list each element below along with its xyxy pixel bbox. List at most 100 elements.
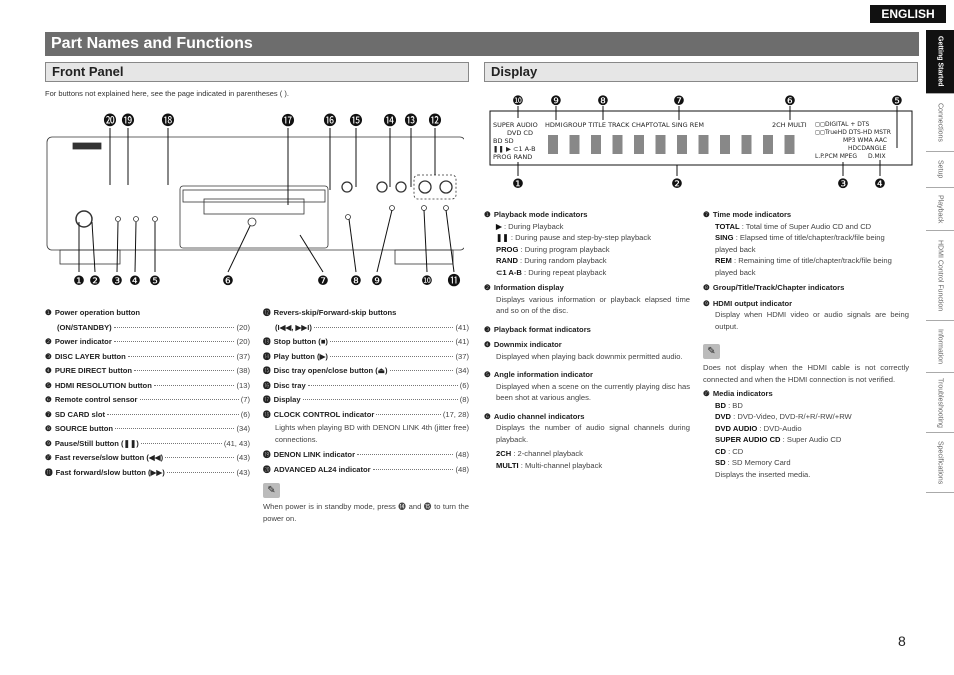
- item-label: HDMI RESOLUTION button: [54, 380, 152, 390]
- side-tab-label: Troubleshooting: [936, 377, 944, 428]
- side-tab-troubleshooting[interactable]: Troubleshooting: [926, 373, 954, 433]
- memo-text: When power is in standby mode, press ⓮ a…: [263, 502, 469, 523]
- side-tab-label: Connections: [936, 103, 944, 142]
- sub-item: BD : BD: [703, 400, 909, 412]
- sub-key: RAND: [496, 256, 518, 265]
- item-label: Media indicators: [712, 389, 773, 398]
- lcd-marker-7: ❼: [673, 94, 685, 109]
- list-item: ⓭ Stop button (■) (41): [263, 335, 469, 350]
- lcd-marker-6: ❻: [784, 94, 796, 109]
- sub-item: 2CH : 2-channel playback: [484, 448, 690, 460]
- lcd-prog-rand: PROG RAND: [493, 153, 532, 161]
- list-item-heading: ❸ Playback format indicators: [484, 324, 690, 336]
- sub-value: : Multi-channel playback: [518, 460, 603, 470]
- sub-value: : During pause and step-by-step playback: [508, 233, 651, 242]
- lcd-marker-8: ❽: [597, 94, 609, 109]
- item-label: Angle information indicator: [493, 370, 593, 379]
- list-item: ❼ SD CARD slot (6): [45, 408, 250, 423]
- item-label: DISC LAYER button: [54, 351, 126, 361]
- dot-leader: [302, 399, 458, 400]
- sub-key: BD: [715, 400, 726, 410]
- item-label: Downmix indicator: [493, 340, 562, 349]
- list-item-heading: ❾ HDMI output indicator: [703, 298, 909, 310]
- marker-19: ⓳: [121, 114, 134, 129]
- item-label: Stop button (■): [273, 337, 328, 346]
- side-tab-getting-started[interactable]: Getting Started: [926, 30, 954, 94]
- list-item: ❹ PURE DIRECT button (38): [45, 364, 250, 379]
- lcd-hdmi: HDMI: [545, 121, 563, 129]
- dot-leader: [329, 355, 454, 357]
- side-tab-specifications[interactable]: Specifications: [926, 433, 954, 493]
- page-ref: (41, 43): [223, 438, 250, 448]
- item-number: ❺: [45, 380, 52, 390]
- list-item-label: ❶ Power operation button: [45, 306, 250, 321]
- page-ref: (8): [459, 395, 469, 404]
- list-item: ⓳ DENON LINK indicator (48): [263, 448, 469, 463]
- dot-leader: [329, 341, 454, 342]
- item-label: Power indicator: [54, 337, 112, 346]
- marker-9: ❾: [371, 274, 383, 289]
- sub-key: DVD: [715, 412, 732, 421]
- list-item: ⓴ ADVANCED AL24 indicator (48): [263, 463, 469, 478]
- side-tab-information[interactable]: Information: [926, 321, 954, 373]
- sub-key: TOTAL: [715, 221, 740, 231]
- side-tab-playback[interactable]: Playback: [926, 188, 954, 231]
- sub-value: : During Playback: [501, 221, 564, 231]
- item-number: ❹: [45, 366, 52, 375]
- side-tab-connections[interactable]: Connections: [926, 94, 954, 152]
- lcd-play-modes: ❚❚ ▶ ⊂1 A-B: [493, 145, 536, 153]
- list-item: ❷ Power indicator (20): [45, 335, 250, 350]
- sub-item: CD : CD: [703, 446, 909, 458]
- marker-1: ❶: [73, 274, 85, 289]
- item-number: ⓲: [263, 409, 271, 419]
- item-number: ⓬: [263, 308, 271, 317]
- side-tab-setup[interactable]: Setup: [926, 152, 954, 188]
- item-label-cont: (I◀◀, ▶▶I): [275, 322, 312, 332]
- dot-leader: [165, 457, 235, 458]
- sub-key: CD: [715, 446, 726, 456]
- item-label: Power operation button: [54, 308, 141, 317]
- item-label: ADVANCED AL24 indicator: [273, 464, 371, 474]
- dot-leader: [166, 471, 235, 473]
- lcd-character-cell: [784, 135, 795, 154]
- item-number: ❻: [484, 411, 491, 421]
- lcd-time-modes: TOTAL SING REM: [648, 121, 704, 129]
- marker-6: ❻: [222, 274, 234, 289]
- lcd-character-cell: [548, 135, 558, 154]
- lcd-format-2: ◻◻TrueHD DTS-HD MSTR: [815, 129, 891, 136]
- list-item: ❿ Fast reverse/slow button (◀◀) (43): [45, 451, 250, 466]
- page-number: 8: [898, 633, 906, 649]
- page-ref: (7): [240, 395, 250, 404]
- list-item: ⓮ Play button (▶) (37): [263, 350, 469, 365]
- sub-item: ❚❚ : During pause and step-by-step playb…: [484, 232, 690, 244]
- item-label: HDMI output indicator: [712, 298, 793, 308]
- sub-item: DVD : DVD-Video, DVD-R/+R/-RW/+RW: [703, 411, 909, 423]
- item-number: ❶: [45, 308, 52, 317]
- dot-leader: [357, 454, 454, 455]
- item-label: Fast reverse/slow button (◀◀): [54, 453, 164, 462]
- item-number: ❺: [484, 370, 491, 379]
- marker-4: ❹: [129, 274, 141, 289]
- lcd-character-cell: [612, 135, 623, 154]
- page-ref: (43): [236, 453, 250, 462]
- dot-leader: [113, 326, 235, 328]
- dot-leader: [372, 468, 454, 470]
- side-tab-label: Information: [936, 328, 944, 365]
- side-tab-hdmi-control-function[interactable]: HDMI Control Function: [926, 231, 954, 321]
- list-item: ⓯ Disc tray open/close button (⏏) (34): [263, 364, 469, 379]
- sub-item: TOTAL : Total time of Super Audio CD and…: [703, 221, 909, 233]
- lcd-dvd-cd: DVD CD: [507, 129, 533, 137]
- item-description: Displayed when a scene on the currently …: [496, 381, 690, 403]
- item-number: ❽: [45, 424, 52, 433]
- memo-icon: ✎: [703, 344, 720, 359]
- item-label: PURE DIRECT button: [54, 366, 133, 375]
- marker-14: ⓮: [383, 114, 396, 129]
- item-label: DENON LINK indicator: [273, 450, 356, 459]
- lcd-format-4: HDCD: [848, 145, 866, 152]
- lcd-marker-4: ❹: [874, 177, 886, 190]
- dot-leader: [139, 399, 239, 400]
- item-label: Playback mode indicators: [493, 210, 588, 219]
- item-label: SD CARD slot: [54, 409, 106, 419]
- lcd-character-cell: [763, 135, 773, 154]
- sub-key: REM: [715, 256, 732, 265]
